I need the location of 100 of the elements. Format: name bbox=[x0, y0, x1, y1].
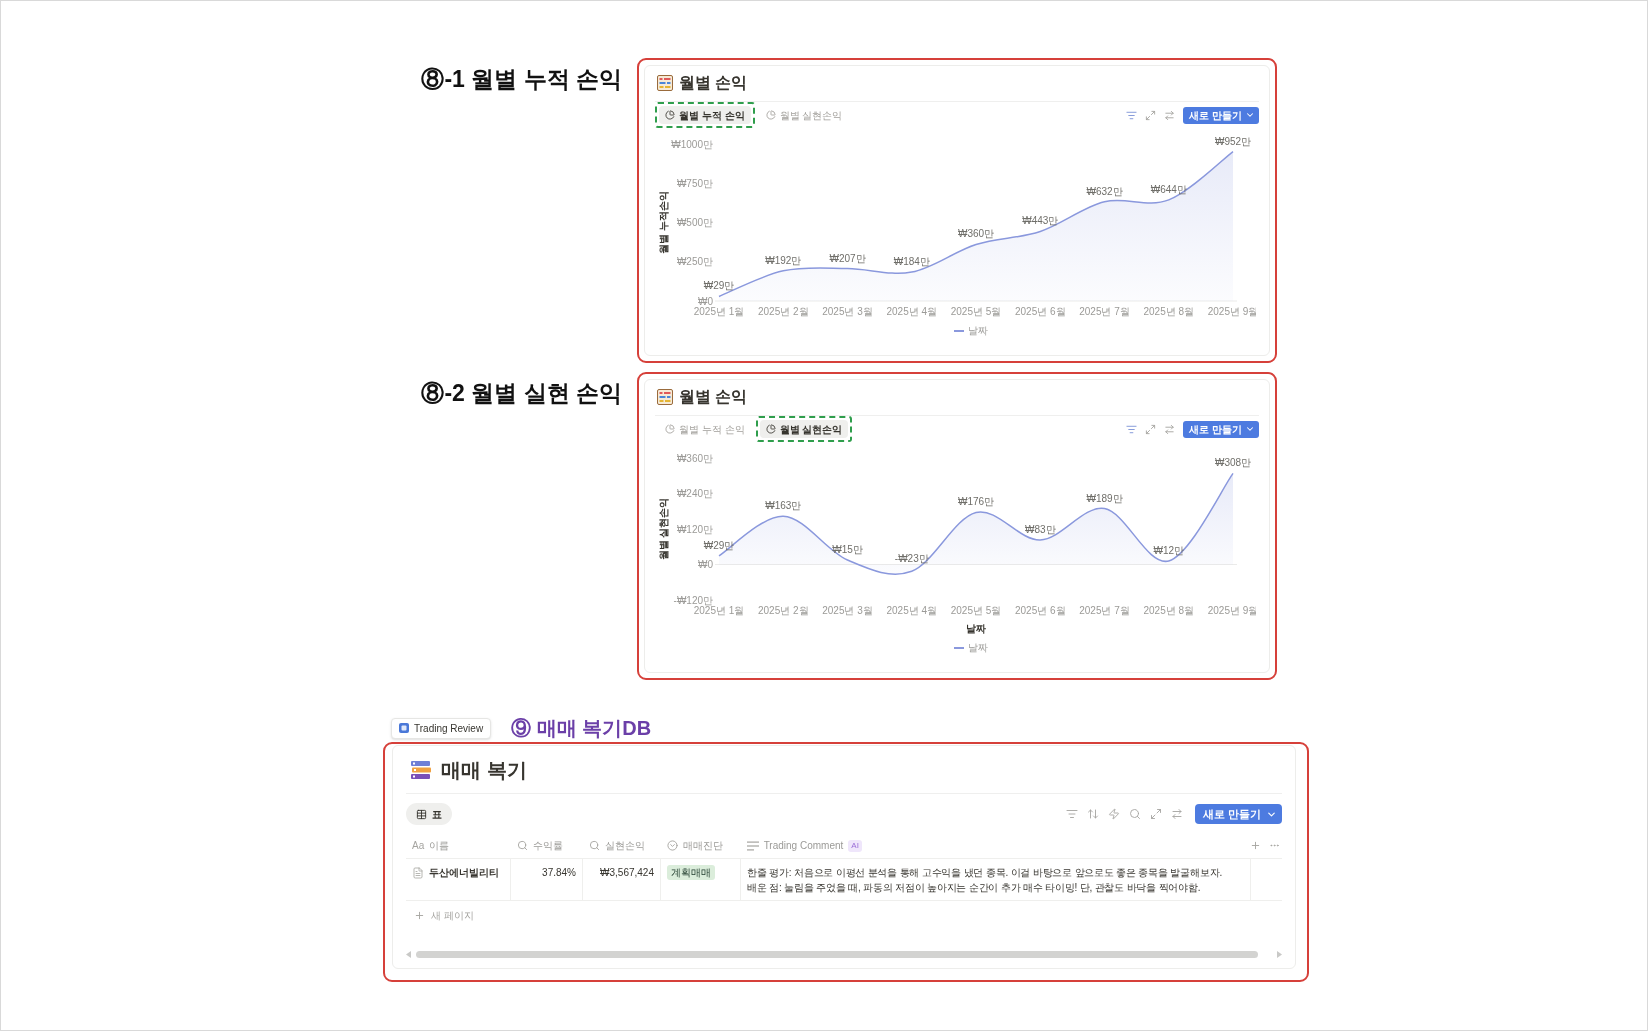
data-label: ₩29만 bbox=[703, 539, 735, 551]
axis-title: 월별 실현손익 bbox=[658, 497, 669, 561]
expand-icon[interactable] bbox=[1145, 423, 1157, 435]
data-label: ₩952만 bbox=[1214, 135, 1252, 147]
axis-tick-label: 2025년 8월 bbox=[1143, 605, 1195, 616]
plus-icon bbox=[414, 909, 425, 921]
formula-value: 37.84% bbox=[542, 866, 576, 880]
data-label: -₩23만 bbox=[894, 552, 929, 564]
filter-icon[interactable] bbox=[1126, 109, 1138, 121]
chart-view-tab[interactable]: 월별 실현손익 bbox=[759, 106, 849, 124]
arrows-icon[interactable] bbox=[1164, 423, 1176, 435]
chart-title: 월별 손익 bbox=[679, 73, 748, 93]
axis-tick-label: ₩0 bbox=[698, 295, 713, 307]
data-label: ₩163만 bbox=[765, 500, 802, 512]
circle-chevron-icon bbox=[666, 840, 678, 851]
axis-tick-label: 2025년 1월 bbox=[693, 306, 745, 317]
legend-label: 날짜 bbox=[968, 642, 988, 653]
database-title: 매매 복기 bbox=[441, 758, 527, 783]
table-icon bbox=[416, 808, 427, 820]
axis-tick-label: 2025년 1월 bbox=[693, 605, 745, 616]
column-header[interactable]: 실현손익 bbox=[588, 838, 645, 853]
axis-tick-label: 2025년 3월 bbox=[822, 306, 873, 317]
axis-tick-label: ₩750만 bbox=[676, 177, 713, 189]
scrollbar-thumb[interactable] bbox=[416, 951, 1258, 958]
right-triangle-icon[interactable] bbox=[1277, 951, 1282, 958]
axis-tick-label: ₩360만 bbox=[676, 452, 713, 464]
legend-line-icon bbox=[954, 330, 964, 332]
new-button[interactable]: 새로 만들기 bbox=[1194, 804, 1282, 824]
axis-tick-label: ₩250만 bbox=[676, 256, 713, 268]
expand-icon[interactable] bbox=[1145, 109, 1157, 121]
column-header[interactable]: 수익률 bbox=[516, 838, 563, 853]
data-label: ₩176만 bbox=[957, 496, 995, 508]
new-page-button[interactable]: 새 페이지 bbox=[406, 902, 474, 928]
comment-text: 배운 점: 눌림을 주었을 때, 파동의 저점이 높아지는 순간이 추가 매수 타이밍! 단, 관찰도 바닥을 찍어야함. bbox=[747, 881, 1202, 895]
pie-chart-icon bbox=[665, 110, 675, 120]
data-label: ₩360만 bbox=[957, 228, 995, 240]
filter-icon[interactable] bbox=[1065, 808, 1078, 820]
chevron-down-icon bbox=[1245, 424, 1255, 434]
breadcrumb-link[interactable]: Trading Review bbox=[391, 717, 492, 739]
formula-value: ₩3,567,424 bbox=[600, 866, 654, 880]
chart-view-tab[interactable]: 월별 누적 손익 bbox=[659, 106, 751, 124]
data-label: ₩189만 bbox=[1086, 492, 1123, 504]
column-header[interactable]: 매매진단 bbox=[666, 838, 723, 853]
axis-title: 월별 누적손익 bbox=[658, 191, 669, 254]
chart-title: 월별 손익 bbox=[679, 387, 748, 407]
data-label: ₩12만 bbox=[1153, 544, 1185, 556]
left-triangle-icon[interactable] bbox=[406, 951, 411, 958]
new-button[interactable]: 새로 만들기 bbox=[1183, 106, 1259, 124]
axis-tick-label: ₩120만 bbox=[676, 523, 713, 535]
column-header[interactable]: Trading Comment bbox=[746, 838, 844, 853]
axis-tick-label: ₩240만 bbox=[676, 488, 713, 499]
axis-tick-label: 2025년 6월 bbox=[1014, 605, 1066, 616]
page-icon bbox=[412, 866, 424, 879]
section-caption: ⑨ 매매 복기DB bbox=[511, 716, 652, 740]
chart-view-tab[interactable]: 월별 누적 손익 bbox=[659, 420, 751, 438]
pie-chart-icon bbox=[765, 110, 776, 120]
search-icon[interactable] bbox=[1128, 808, 1141, 820]
stacked-books-icon bbox=[410, 760, 432, 780]
chart-view-tab[interactable]: 월별 실현손익 bbox=[759, 420, 849, 438]
lightning-icon[interactable] bbox=[1107, 808, 1120, 820]
add-column-icon[interactable] bbox=[1250, 840, 1261, 851]
section-caption: ⑧-1 월별 누적 손익 bbox=[420, 65, 622, 94]
axis-tick-label: ₩0 bbox=[698, 559, 713, 570]
new-button[interactable]: 새로 만들기 bbox=[1183, 420, 1259, 438]
axis-tick-label: 2025년 2월 bbox=[757, 306, 809, 317]
abacus-icon bbox=[657, 75, 673, 91]
magnifier-icon bbox=[516, 840, 528, 851]
data-label: ₩184만 bbox=[893, 256, 930, 268]
column-header[interactable]: Aa 이름 bbox=[412, 838, 450, 853]
arrows-icon[interactable] bbox=[1164, 109, 1176, 121]
sort-icon[interactable] bbox=[1086, 808, 1099, 820]
text-lines-icon bbox=[746, 840, 759, 851]
axis-tick-label: 2025년 4월 bbox=[886, 605, 938, 616]
arrows-icon[interactable] bbox=[1170, 808, 1183, 820]
legend-line-icon bbox=[954, 647, 964, 649]
axis-tick-label: 2025년 8월 bbox=[1143, 306, 1195, 317]
abacus-icon bbox=[657, 389, 673, 405]
axis-tick-label: 2025년 2월 bbox=[757, 605, 809, 616]
legend-label: 날짜 bbox=[968, 325, 988, 336]
pie-chart-icon bbox=[765, 424, 776, 434]
section-caption: ⑧-2 월별 실현 손익 bbox=[420, 379, 622, 408]
filter-icon[interactable] bbox=[1126, 423, 1138, 435]
page-title[interactable]: 두산에너빌리티 bbox=[429, 865, 499, 880]
axis-tick-label: 2025년 7월 bbox=[1079, 605, 1130, 616]
axis-tick-label: ₩500만 bbox=[676, 217, 713, 228]
data-label: ₩29만 bbox=[703, 280, 735, 292]
axis-title: 날짜 bbox=[966, 623, 986, 634]
ai-badge: AI bbox=[848, 839, 862, 852]
axis-tick-label: 2025년 4월 bbox=[886, 306, 938, 317]
data-label: ₩192만 bbox=[765, 254, 802, 266]
axis-tick-label: 2025년 7월 bbox=[1079, 306, 1130, 317]
data-label: ₩443만 bbox=[1022, 215, 1059, 227]
axis-tick-label: ₩1000만 bbox=[671, 138, 713, 150]
data-label: ₩644만 bbox=[1150, 183, 1187, 195]
axis-tick-label: 2025년 3월 bbox=[822, 605, 873, 616]
data-label: ₩83만 bbox=[1024, 523, 1056, 535]
view-tab[interactable]: 표 bbox=[406, 803, 452, 825]
rounded-square-icon bbox=[399, 723, 409, 733]
expand-icon[interactable] bbox=[1149, 808, 1162, 820]
axis-tick-label: 2025년 5월 bbox=[950, 605, 1002, 616]
